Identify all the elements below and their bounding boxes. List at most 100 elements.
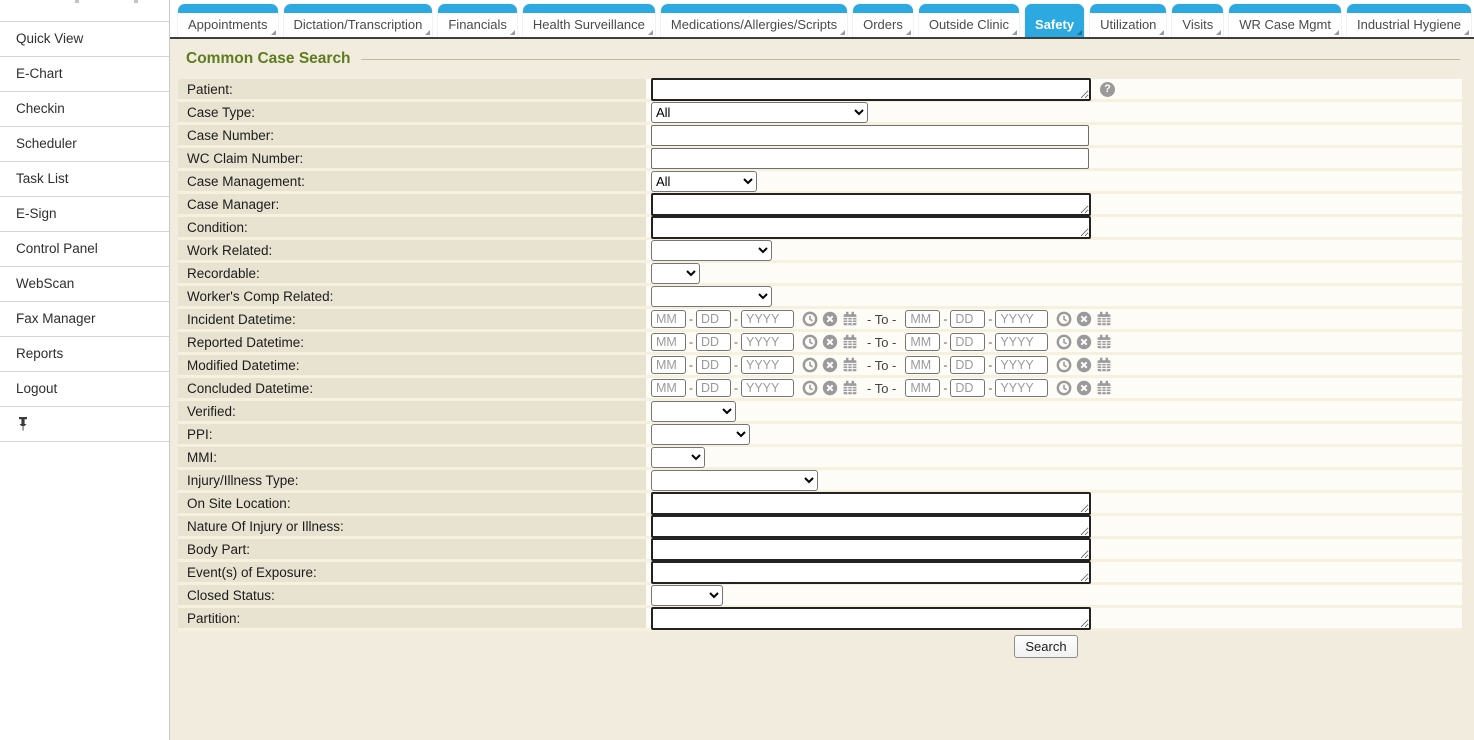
concluded-from-year-input[interactable] <box>741 379 794 397</box>
sidebar-item-e-sign[interactable]: E-Sign <box>0 197 169 232</box>
reported-to-day-input[interactable] <box>950 333 985 351</box>
workers-comp-related-select[interactable] <box>651 286 772 307</box>
sidebar-item-reports[interactable]: Reports <box>0 337 169 372</box>
clock-icon[interactable] <box>802 380 818 396</box>
modified-to-day-input[interactable] <box>950 356 985 374</box>
clear-icon[interactable] <box>822 380 838 396</box>
clear-icon[interactable] <box>822 334 838 350</box>
reported-from-year-input[interactable] <box>741 333 794 351</box>
modified-from-year-input[interactable] <box>741 356 794 374</box>
concluded-to-year-input[interactable] <box>995 379 1048 397</box>
incident-from-year-input[interactable] <box>741 310 794 328</box>
mmi-select[interactable] <box>651 447 705 468</box>
injury-illness-type-select[interactable] <box>651 470 818 491</box>
case-type-select[interactable]: All <box>651 102 868 123</box>
dash-separator: - <box>689 358 693 372</box>
tab-visits[interactable]: Visits <box>1172 4 1223 37</box>
tab-utilization[interactable]: Utilization <box>1090 4 1166 37</box>
search-button[interactable]: Search <box>1014 635 1078 658</box>
recordable-select[interactable] <box>651 263 700 284</box>
calendar-icon[interactable] <box>1096 357 1112 373</box>
sidebar-item-scheduler[interactable]: Scheduler <box>0 127 169 162</box>
help-icon[interactable]: ? <box>1100 82 1115 97</box>
clock-icon[interactable] <box>1056 334 1072 350</box>
tab-outside-clinic[interactable]: Outside Clinic <box>919 4 1019 37</box>
calendar-icon[interactable] <box>1096 380 1112 396</box>
on-site-location-input[interactable] <box>651 492 1091 515</box>
clock-icon[interactable] <box>1056 380 1072 396</box>
nature-of-injury-input[interactable] <box>651 515 1091 538</box>
tab-financials[interactable]: Financials <box>438 4 517 37</box>
tab-health-surveillance[interactable]: Health Surveillance <box>523 4 655 37</box>
calendar-icon[interactable] <box>1096 334 1112 350</box>
modified-to-year-input[interactable] <box>995 356 1048 374</box>
tab-appointments[interactable]: Appointments <box>178 4 278 37</box>
calendar-icon[interactable] <box>1096 311 1112 327</box>
reported-to-year-input[interactable] <box>995 333 1048 351</box>
tab-wr-case-mgmt[interactable]: WR Case Mgmt <box>1229 4 1341 37</box>
concluded-to-day-input[interactable] <box>950 379 985 397</box>
tab-industrial-hygiene[interactable]: Industrial Hygiene <box>1347 4 1471 37</box>
clear-icon[interactable] <box>1076 334 1092 350</box>
partition-input[interactable] <box>651 607 1091 630</box>
tab-safety[interactable]: Safety <box>1025 4 1084 37</box>
events-of-exposure-input[interactable] <box>651 561 1091 584</box>
calendar-icon[interactable] <box>842 311 858 327</box>
closed-status-select[interactable] <box>651 585 723 606</box>
clear-icon[interactable] <box>822 311 838 327</box>
clear-icon[interactable] <box>1076 357 1092 373</box>
clear-icon[interactable] <box>1076 311 1092 327</box>
clock-icon[interactable] <box>802 311 818 327</box>
verified-select[interactable] <box>651 401 736 422</box>
tab-accent-bar <box>438 4 517 13</box>
calendar-icon[interactable] <box>842 380 858 396</box>
case-number-input[interactable] <box>651 125 1089 146</box>
case-manager-input[interactable] <box>651 193 1091 216</box>
incident-to-month-input[interactable] <box>905 310 940 328</box>
calendar-icon[interactable] <box>842 334 858 350</box>
reported-to-month-input[interactable] <box>905 333 940 351</box>
incident-to-day-input[interactable] <box>950 310 985 328</box>
clock-icon[interactable] <box>1056 357 1072 373</box>
wc-claim-number-input[interactable] <box>651 148 1089 169</box>
concluded-from-month-input[interactable] <box>651 379 686 397</box>
sidebar-item-webscan[interactable]: WebScan <box>0 267 169 302</box>
tab-dictation-transcription[interactable]: Dictation/Transcription <box>284 4 433 37</box>
sidebar-pin-toggle[interactable] <box>0 407 169 442</box>
body-part-input[interactable] <box>651 538 1091 561</box>
ppi-select[interactable] <box>651 424 750 445</box>
clock-icon[interactable] <box>802 334 818 350</box>
concluded-to-month-input[interactable] <box>905 379 940 397</box>
work-related-select[interactable] <box>651 240 772 261</box>
case-management-select[interactable]: All <box>651 171 757 192</box>
patient-input[interactable] <box>651 78 1091 101</box>
clear-icon[interactable] <box>1076 380 1092 396</box>
field-label: Reported Datetime: <box>178 332 646 352</box>
clear-icon[interactable] <box>822 357 838 373</box>
modified-to-month-input[interactable] <box>905 356 940 374</box>
sidebar-item-checkin[interactable]: Checkin <box>0 92 169 127</box>
reported-from-month-input[interactable] <box>651 333 686 351</box>
reported-from-day-input[interactable] <box>696 333 731 351</box>
clock-icon[interactable] <box>1056 311 1072 327</box>
calendar-icon[interactable] <box>842 357 858 373</box>
sidebar-item-fax-manager[interactable]: Fax Manager <box>0 302 169 337</box>
sidebar-item-task-list[interactable]: Task List <box>0 162 169 197</box>
condition-input[interactable] <box>651 216 1091 239</box>
modified-from-month-input[interactable] <box>651 356 686 374</box>
cutoff-fragment <box>75 0 79 3</box>
sidebar-item-logout[interactable]: Logout <box>0 372 169 407</box>
sidebar-item-control-panel[interactable]: Control Panel <box>0 232 169 267</box>
concluded-from-day-input[interactable] <box>696 379 731 397</box>
modified-from-day-input[interactable] <box>696 356 731 374</box>
sidebar-item-e-chart[interactable]: E-Chart <box>0 57 169 92</box>
tab-medications-allergies-scripts[interactable]: Medications/Allergies/Scripts <box>661 4 847 37</box>
field-label: MMI: <box>178 447 646 467</box>
sidebar-item-quick-view[interactable]: Quick View <box>0 22 169 57</box>
clock-icon[interactable] <box>802 357 818 373</box>
tab-orders[interactable]: Orders <box>853 4 913 37</box>
incident-to-year-input[interactable] <box>995 310 1048 328</box>
incident-from-day-input[interactable] <box>696 310 731 328</box>
form-row-case-type: Case Type: All <box>178 102 1462 125</box>
incident-from-month-input[interactable] <box>651 310 686 328</box>
